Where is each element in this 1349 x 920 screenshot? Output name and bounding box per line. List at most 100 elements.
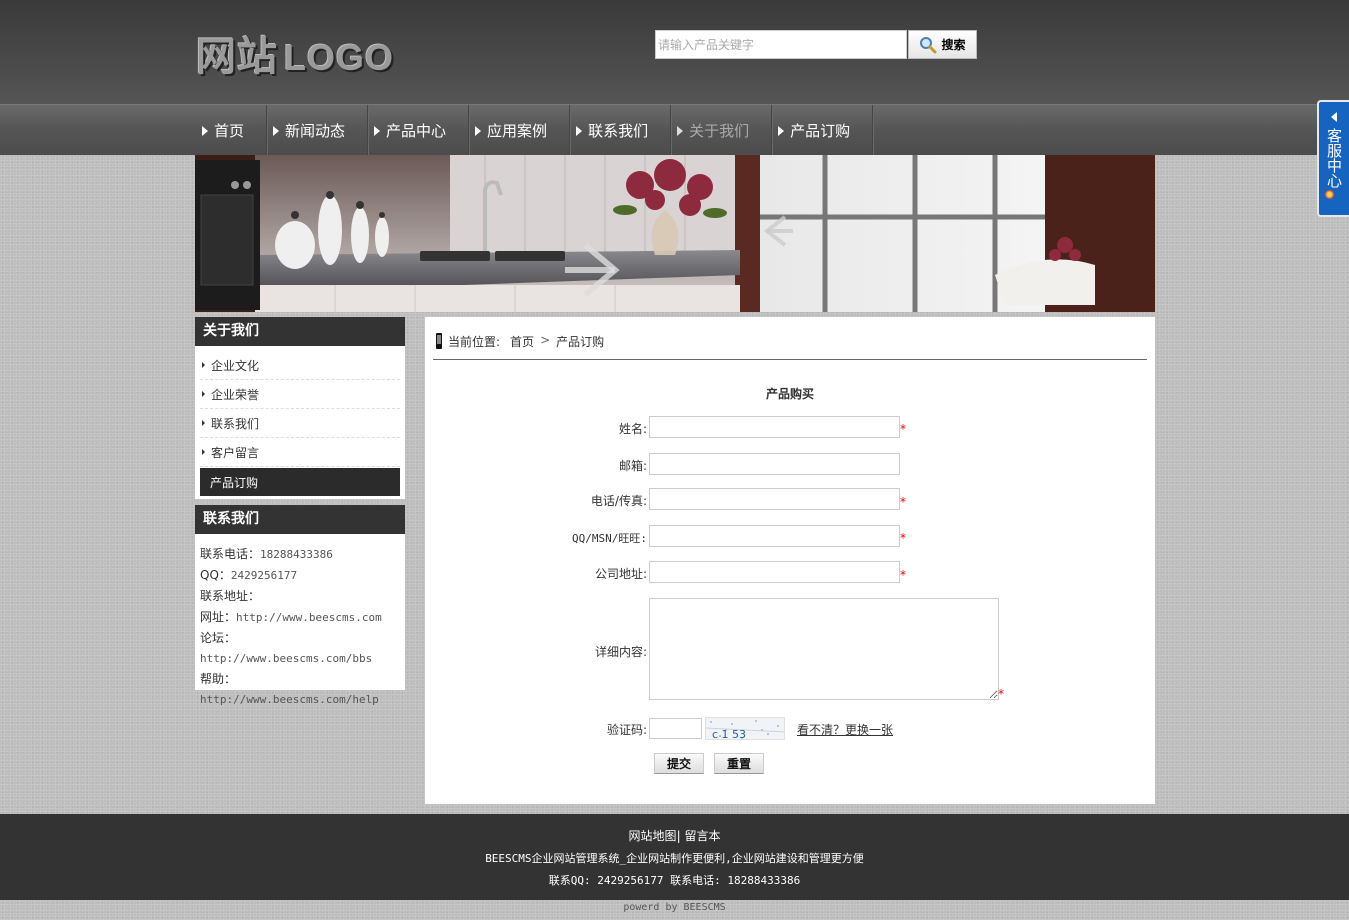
sidebar-item-label: 联系我们 xyxy=(211,416,260,431)
name-label: 姓名: xyxy=(618,422,647,436)
search-button-label: 搜索 xyxy=(941,38,966,52)
name-field[interactable] xyxy=(649,416,900,438)
captcha-text: c 1 53 xyxy=(712,728,746,740)
captcha-field[interactable] xyxy=(649,718,702,739)
nav-item-news[interactable]: 新闻动态 xyxy=(267,105,369,156)
caret-right-icon xyxy=(475,125,482,136)
captcha-noise: c 1 53 xyxy=(706,720,784,740)
email-field[interactable] xyxy=(649,453,900,475)
sidebar-item-honor[interactable]: 企业荣誉 xyxy=(200,380,400,409)
nav-item-label: 新闻动态 xyxy=(285,122,346,140)
sidebar-menu: 企业文化 企业荣誉 联系我们 客户留言 产品订购 xyxy=(195,346,405,499)
qq-icon xyxy=(1325,190,1334,199)
required-mark: * xyxy=(900,531,906,545)
caret-right-icon xyxy=(374,125,381,136)
required-mark: * xyxy=(900,568,906,582)
caret-right-icon xyxy=(202,362,205,368)
nav-item-label: 产品订购 xyxy=(790,122,851,140)
contact-forum: 论坛：http://www.beescms.com/bbs xyxy=(200,631,373,665)
footer-links: 网站地图| 留言本 xyxy=(0,827,1349,844)
captcha-refresh-link[interactable]: 看不清？更换一张 xyxy=(797,721,893,738)
customer-service-label: 客服中心 xyxy=(1325,128,1343,188)
phone-fax-field[interactable] xyxy=(649,488,900,510)
sidebar-title: 关于我们 xyxy=(195,317,405,346)
site-footer: 网站地图| 留言本 BEESCMS企业网站管理系统_企业网站制作更便利,企业网站… xyxy=(0,814,1349,900)
footer-guestbook-link[interactable]: 留言本 xyxy=(684,829,720,843)
phone-icon xyxy=(436,333,442,349)
sidebar: 关于我们 企业文化 企业荣誉 联系我们 客户留言 产品订购 联系我们 联系电话：… xyxy=(195,317,405,706)
form-title: 产品购买 xyxy=(765,387,814,401)
caret-right-icon xyxy=(778,125,785,136)
caret-right-icon xyxy=(273,125,280,136)
im-field[interactable] xyxy=(649,525,900,547)
powered-by: powerd by BEESCMS xyxy=(623,902,726,913)
site-header: 网站LOGO 搜索 xyxy=(0,0,1349,104)
nav-item-label: 产品中心 xyxy=(386,122,447,140)
footer-divider: | xyxy=(676,829,681,843)
caret-left-icon xyxy=(1331,112,1337,122)
sidebar-item-culture[interactable]: 企业文化 xyxy=(200,351,400,380)
breadcrumb-home-link[interactable]: 首页 xyxy=(510,333,534,350)
banner-image xyxy=(195,155,1155,312)
sidebar-item-contact[interactable]: 联系我们 xyxy=(200,409,400,438)
contact-title: 联系我们 xyxy=(195,505,405,534)
nav-item-contact[interactable]: 联系我们 xyxy=(570,105,672,156)
main-nav: 首页 新闻动态 产品中心 应用案例 联系我们 关于我们 产品订购 xyxy=(0,104,1349,156)
address-label: 公司地址: xyxy=(594,567,647,581)
breadcrumb-prefix: 当前位置: xyxy=(448,335,501,349)
detail-label: 详细内容: xyxy=(594,645,647,659)
reset-button[interactable]: 重置 xyxy=(714,753,764,774)
phone-fax-label: 电话/传真: xyxy=(590,494,647,508)
submit-button[interactable]: 提交 xyxy=(654,753,704,774)
contact-address: 联系地址： xyxy=(200,589,261,603)
search-button[interactable]: 搜索 xyxy=(908,30,977,59)
address-field[interactable] xyxy=(649,561,900,583)
logo-en-text: LOGO xyxy=(284,37,394,78)
nav-item-about[interactable]: 关于我们 xyxy=(671,105,773,156)
nav-item-cases[interactable]: 应用案例 xyxy=(469,105,571,156)
contact-qq: QQ：2429256177 xyxy=(200,568,298,582)
email-label: 邮箱: xyxy=(618,459,647,473)
logo-cn-text: 网站 xyxy=(196,35,278,79)
footer-slogan: BEESCMS企业网站管理系统_企业网站制作更便利,企业网站建设和管理更方便 xyxy=(485,852,864,865)
captcha-image[interactable]: c 1 53 xyxy=(705,717,785,740)
site-logo[interactable]: 网站 LOGO xyxy=(196,24,394,82)
nav-item-label: 应用案例 xyxy=(487,122,548,140)
nav-item-label: 关于我们 xyxy=(689,122,750,140)
customer-service-tab[interactable]: 客服中心 xyxy=(1317,100,1349,217)
contact-help: 帮助：http://www.beescms.com/help xyxy=(200,672,379,706)
caret-right-icon xyxy=(202,125,208,136)
required-mark: * xyxy=(900,495,906,509)
nav-item-home[interactable]: 首页 xyxy=(196,105,268,156)
main-content: 当前位置: 首页 > 产品订购 产品购买 姓名: * 邮箱: 电话/传真: * … xyxy=(425,317,1155,804)
breadcrumb-current: 产品订购 xyxy=(556,335,605,349)
nav-item-label: 首页 xyxy=(214,122,245,140)
contact-website: 网址：http://www.beescms.com xyxy=(200,610,382,624)
caret-right-icon xyxy=(202,420,205,426)
kitchen-banner-illustration xyxy=(195,155,1155,312)
im-label: QQ/MSN/旺旺: xyxy=(572,532,647,545)
required-mark: * xyxy=(900,422,906,436)
contact-phone: 联系电话：18288433386 xyxy=(200,547,333,561)
breadcrumb-separator: > xyxy=(540,333,551,347)
caret-right-icon xyxy=(202,391,205,397)
captcha-label: 验证码: xyxy=(606,723,647,737)
search-input[interactable] xyxy=(655,30,907,59)
nav-item-order[interactable]: 产品订购 xyxy=(772,105,874,156)
caret-right-icon xyxy=(576,125,583,136)
search-icon xyxy=(920,36,937,53)
detail-textarea[interactable] xyxy=(649,598,999,700)
caret-right-icon xyxy=(677,125,684,136)
sidebar-item-label: 企业荣誉 xyxy=(211,387,260,402)
breadcrumb: 当前位置: 首页 > 产品订购 xyxy=(433,333,1147,360)
nav-item-label: 联系我们 xyxy=(588,122,649,140)
sidebar-item-label: 产品订购 xyxy=(210,475,259,490)
required-mark: * xyxy=(998,687,1004,701)
caret-right-icon xyxy=(202,449,205,455)
sidebar-item-order[interactable]: 产品订购 xyxy=(200,468,400,496)
nav-item-products[interactable]: 产品中心 xyxy=(368,105,470,156)
sidebar-item-label: 企业文化 xyxy=(211,358,260,373)
sidebar-item-guestbook[interactable]: 客户留言 xyxy=(200,438,400,467)
footer-contact: 联系QQ: 2429256177 联系电话: 18288433386 xyxy=(548,874,801,887)
footer-sitemap-link[interactable]: 网站地图 xyxy=(629,829,677,843)
